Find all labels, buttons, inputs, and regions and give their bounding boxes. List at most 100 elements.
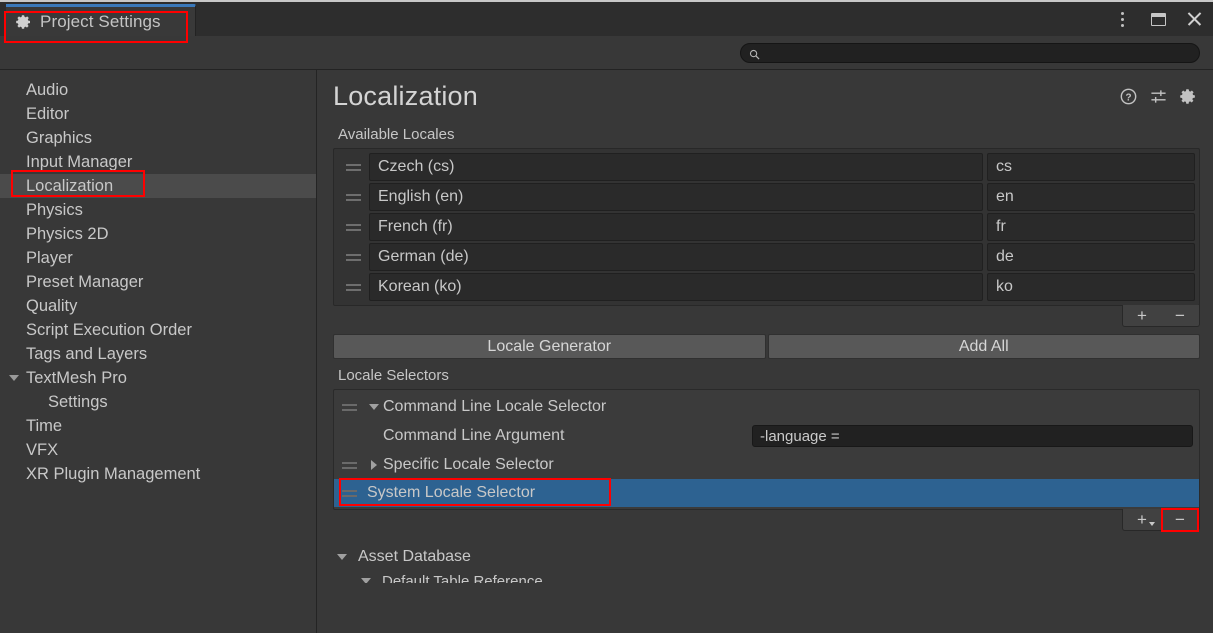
sidebar-item-label: Script Execution Order bbox=[26, 320, 192, 339]
selector-row-system-locale[interactable]: System Locale Selector bbox=[334, 478, 1199, 507]
remove-locale-button[interactable]: − bbox=[1161, 305, 1199, 326]
chevron-down-icon[interactable] bbox=[333, 554, 351, 560]
tab-project-settings[interactable]: Project Settings bbox=[6, 4, 196, 36]
help-icon[interactable]: ? bbox=[1119, 87, 1137, 105]
drag-handle-icon[interactable] bbox=[338, 212, 369, 242]
locale-generator-button[interactable]: Locale Generator bbox=[333, 334, 766, 359]
locale-action-buttons: Locale Generator Add All bbox=[333, 334, 1200, 359]
svg-text:?: ? bbox=[1125, 92, 1131, 103]
selector-row-command-line[interactable]: Command Line Locale Selector bbox=[334, 393, 1199, 421]
selector-label: Specific Locale Selector bbox=[383, 456, 554, 473]
locale-code-field[interactable]: cs bbox=[987, 153, 1195, 181]
locale-name-field[interactable]: German (de) bbox=[369, 243, 983, 271]
sidebar-item-label: Tags and Layers bbox=[26, 344, 148, 363]
command-line-argument-input[interactable]: -language = bbox=[752, 425, 1193, 447]
sidebar-item-label: XR Plugin Management bbox=[26, 464, 201, 483]
add-all-button[interactable]: Add All bbox=[767, 334, 1200, 359]
search-input[interactable] bbox=[766, 45, 1191, 60]
sidebar-item-xr-plugin-management[interactable]: XR Plugin Management bbox=[0, 462, 316, 486]
drag-handle-icon[interactable] bbox=[334, 403, 365, 411]
sidebar-item-script-execution-order[interactable]: Script Execution Order bbox=[0, 318, 316, 342]
locale-code-field[interactable]: de bbox=[987, 243, 1195, 271]
more-options-icon[interactable] bbox=[1111, 8, 1133, 30]
sidebar-item-label: Settings bbox=[48, 392, 108, 411]
sidebar-item-label: Graphics bbox=[26, 128, 93, 147]
panel-header: Localization ? bbox=[333, 70, 1200, 118]
add-selector-button[interactable]: + bbox=[1123, 509, 1161, 530]
locale-code-field[interactable]: fr bbox=[987, 213, 1195, 241]
chevron-down-icon bbox=[1149, 522, 1155, 526]
restore-window-icon[interactable] bbox=[1147, 8, 1169, 30]
sidebar-item-textmesh-pro[interactable]: TextMesh Pro bbox=[0, 366, 316, 390]
chevron-right-icon[interactable] bbox=[365, 460, 383, 470]
sidebar-item-tags-and-layers[interactable]: Tags and Layers bbox=[0, 342, 316, 366]
locale-row[interactable]: Czech (cs) cs bbox=[336, 152, 1197, 182]
panel-header-icons: ? bbox=[1119, 87, 1200, 105]
window-controls bbox=[1111, 8, 1205, 30]
default-table-reference-label: Default Table Reference bbox=[382, 572, 543, 584]
sidebar-item-player[interactable]: Player bbox=[0, 246, 316, 270]
settings-gear-icon[interactable] bbox=[1179, 87, 1197, 105]
sidebar-item-audio[interactable]: Audio bbox=[0, 78, 316, 102]
locale-code-field[interactable]: en bbox=[987, 183, 1195, 211]
selectors-add-remove-bar: + − bbox=[333, 508, 1200, 532]
drag-handle-icon[interactable] bbox=[334, 489, 365, 497]
available-locales-label: Available Locales bbox=[338, 126, 455, 143]
locale-name-field[interactable]: English (en) bbox=[369, 183, 983, 211]
available-locales-list: Czech (cs) cs English (en) en French (fr) fr G… bbox=[333, 148, 1200, 306]
sidebar-item-settings[interactable]: Settings bbox=[0, 390, 316, 414]
remove-selector-annotation-box bbox=[1161, 508, 1199, 532]
sidebar-item-label: Player bbox=[26, 248, 73, 267]
selector-label: Command Line Locale Selector bbox=[383, 398, 607, 415]
sidebar-item-preset-manager[interactable]: Preset Manager bbox=[0, 270, 316, 294]
locales-add-remove-bar: + − bbox=[333, 305, 1200, 327]
command-line-argument-row: Command Line Argument -language = bbox=[334, 421, 1199, 451]
drag-handle-icon[interactable] bbox=[338, 152, 369, 182]
search-icon bbox=[749, 47, 760, 60]
sidebar-item-editor[interactable]: Editor bbox=[0, 102, 316, 126]
sidebar-item-graphics[interactable]: Graphics bbox=[0, 126, 316, 150]
title-bar: Project Settings bbox=[0, 0, 1213, 43]
asset-database-header[interactable]: Asset Database bbox=[333, 545, 1200, 569]
sidebar-item-localization[interactable]: Localization bbox=[0, 174, 316, 198]
locale-name-field[interactable]: French (fr) bbox=[369, 213, 983, 241]
selector-row-specific-locale[interactable]: Specific Locale Selector bbox=[334, 451, 1199, 479]
search-box[interactable] bbox=[740, 42, 1200, 63]
sidebar-item-input-manager[interactable]: Input Manager bbox=[0, 150, 316, 174]
sidebar-item-label: VFX bbox=[26, 440, 59, 459]
sidebar-item-physics[interactable]: Physics bbox=[0, 198, 316, 222]
locale-code-field[interactable]: ko bbox=[987, 273, 1195, 301]
locale-name-field[interactable]: Czech (cs) bbox=[369, 153, 983, 181]
add-locale-button[interactable]: + bbox=[1123, 305, 1161, 326]
sidebar-item-vfx[interactable]: VFX bbox=[0, 438, 316, 462]
drag-handle-icon[interactable] bbox=[338, 272, 369, 302]
sidebar-item-label: Audio bbox=[26, 80, 69, 99]
sidebar-item-time[interactable]: Time bbox=[0, 414, 316, 438]
chevron-down-icon[interactable] bbox=[365, 404, 383, 410]
drag-handle-icon[interactable] bbox=[338, 182, 369, 212]
chevron-down-icon[interactable] bbox=[9, 375, 19, 381]
remove-selector-button[interactable]: − bbox=[1161, 508, 1199, 532]
locale-name-field[interactable]: Korean (ko) bbox=[369, 273, 983, 301]
sidebar-item-label: Input Manager bbox=[26, 152, 133, 171]
default-table-reference-row[interactable]: Default Table Reference bbox=[333, 569, 1200, 583]
sidebar-item-label: Physics bbox=[26, 200, 83, 219]
chevron-down-icon[interactable] bbox=[357, 578, 375, 583]
locale-row[interactable]: English (en) en bbox=[336, 182, 1197, 212]
drag-handle-icon[interactable] bbox=[334, 461, 365, 469]
locale-row[interactable]: Korean (ko) ko bbox=[336, 272, 1197, 302]
locale-row[interactable]: German (de) de bbox=[336, 242, 1197, 272]
sidebar-item-label: Time bbox=[26, 416, 63, 435]
sidebar-item-label: TextMesh Pro bbox=[26, 368, 127, 387]
locale-selectors-label: Locale Selectors bbox=[338, 367, 449, 384]
command-line-argument-label: Command Line Argument bbox=[383, 427, 565, 444]
close-window-icon[interactable] bbox=[1183, 8, 1205, 30]
locale-row[interactable]: French (fr) fr bbox=[336, 212, 1197, 242]
gear-icon bbox=[16, 14, 32, 30]
selector-label: System Locale Selector bbox=[367, 484, 536, 501]
sidebar-item-physics-2d[interactable]: Physics 2D bbox=[0, 222, 316, 246]
asset-database-section: Asset Database Default Table Reference bbox=[333, 545, 1200, 583]
drag-handle-icon[interactable] bbox=[338, 242, 369, 272]
preset-sliders-icon[interactable] bbox=[1149, 87, 1167, 105]
sidebar-item-quality[interactable]: Quality bbox=[0, 294, 316, 318]
